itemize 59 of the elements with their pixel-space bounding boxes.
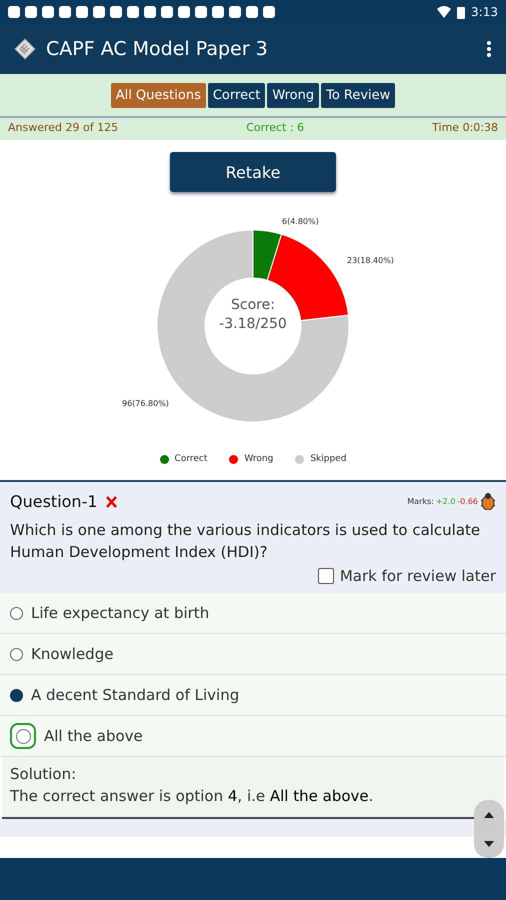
notification-icon <box>42 6 54 18</box>
filter-tab[interactable]: All Questions <box>110 82 206 108</box>
question-text: Which is one among the various indicators is used to calculate Human Development Index (HDI)? <box>10 520 482 563</box>
answered-count: Answered 29 of 125 <box>8 121 118 136</box>
notification-icon <box>25 6 37 18</box>
legend-label: Correct <box>174 454 208 464</box>
option-label: Life expectancy at birth <box>31 604 210 622</box>
elapsed-time: Time 0:0:38 <box>432 121 498 136</box>
notification-icon <box>110 6 122 18</box>
marks-label: Marks: <box>407 496 434 506</box>
marks-minus: -0.66 <box>457 496 478 506</box>
solution-text: The correct answer is option 4, i.e All the above. <box>10 786 374 807</box>
legend-label: Wrong <box>244 454 274 464</box>
question-title: Question-1 <box>10 492 98 511</box>
notification-icon <box>263 6 275 18</box>
clock: 3:13 <box>471 5 498 19</box>
slice-label: 23(18.40%) <box>347 256 394 265</box>
notification-icon <box>178 6 190 18</box>
notification-icon <box>93 6 105 18</box>
notification-icon <box>161 6 173 18</box>
score-label: Score: <box>230 296 276 315</box>
notification-icon <box>127 6 139 18</box>
marks-plus: +2.0 <box>436 496 456 506</box>
retake-button[interactable]: Retake <box>170 152 336 192</box>
notification-icon <box>229 6 241 18</box>
solution-label: Solution: <box>10 764 78 785</box>
notification-icon <box>246 6 258 18</box>
bug-icon[interactable] <box>480 492 496 510</box>
correct-count: Correct : 6 <box>246 121 304 136</box>
option-label: All the above <box>44 727 143 745</box>
slice-label: 6(4.80%) <box>282 217 319 226</box>
app-logo-icon <box>14 38 36 60</box>
option-label: A decent Standard of Living <box>31 686 240 704</box>
filter-tab[interactable]: To Review <box>321 82 396 108</box>
filter-tab[interactable]: Wrong <box>267 82 320 108</box>
notification-icon <box>76 6 88 18</box>
notification-icon <box>59 6 71 18</box>
radio-button[interactable] <box>10 606 23 620</box>
scroll-buttons[interactable] <box>474 800 504 858</box>
radio-button[interactable] <box>10 688 23 702</box>
score-value: -3.18/250 <box>218 315 288 334</box>
battery-icon <box>457 6 466 18</box>
filter-tab[interactable]: Correct <box>208 82 266 108</box>
up-arrow-icon[interactable] <box>484 812 494 818</box>
app-title: CAPF AC Model Paper 3 <box>46 38 269 60</box>
down-arrow-icon[interactable] <box>484 840 494 846</box>
review-label: Mark for review later <box>340 567 496 585</box>
legend-label: Skipped <box>310 454 346 464</box>
notification-icon <box>195 6 207 18</box>
notification-icon <box>212 6 224 18</box>
notification-icon <box>8 6 20 18</box>
radio-button[interactable] <box>16 728 30 744</box>
notification-icon <box>144 6 156 18</box>
more-menu-icon[interactable] <box>486 40 492 58</box>
option-label: Knowledge <box>31 645 114 663</box>
review-checkbox[interactable] <box>318 568 334 584</box>
radio-button[interactable] <box>10 648 23 660</box>
wifi-icon <box>437 6 452 18</box>
slice-label: 96(76.80%) <box>122 399 169 408</box>
